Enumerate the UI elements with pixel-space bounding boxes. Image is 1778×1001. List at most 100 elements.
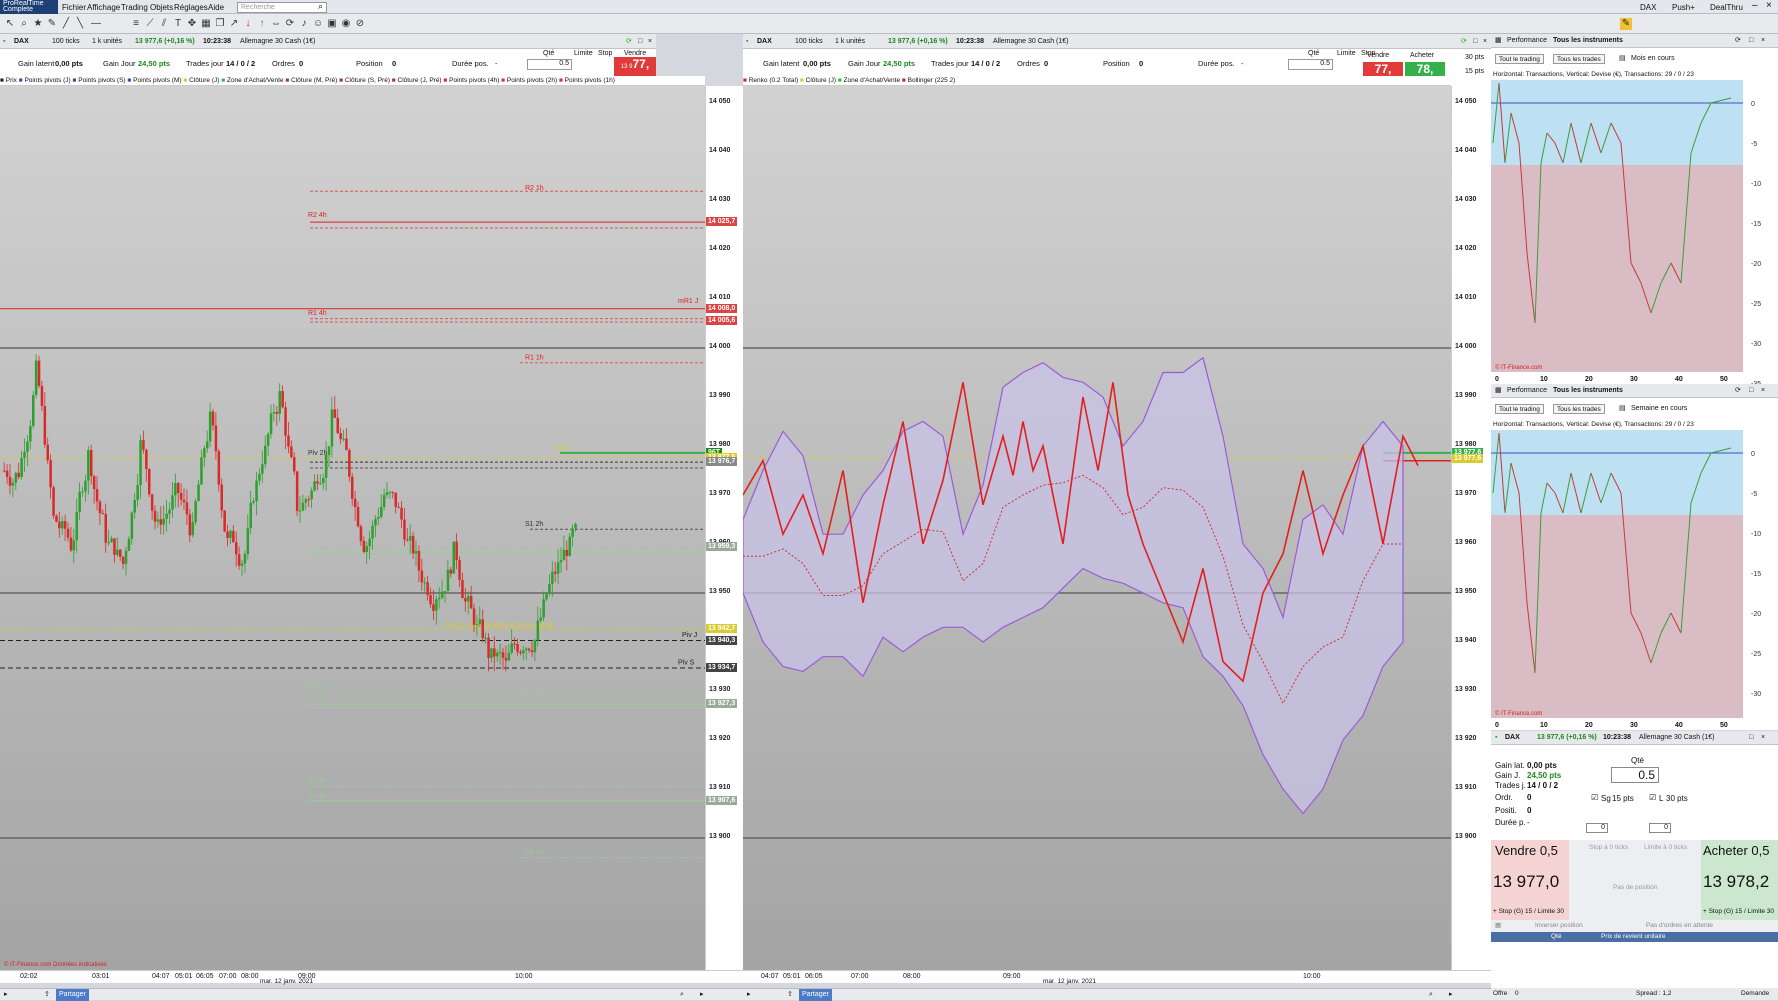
copy-icon[interactable]: ❐: [214, 18, 226, 30]
push-label[interactable]: Push+: [1672, 3, 1695, 12]
ticket-limit-ticks[interactable]: Limite à 0 ticks: [1644, 844, 1687, 851]
left-bottom-cursor-icon[interactable]: ▸: [4, 989, 8, 1001]
mid-sync-icon[interactable]: ⟳: [1461, 34, 1467, 49]
legend-item[interactable]: Renko (0.2 Total): [749, 77, 800, 84]
perf1-sync-icon[interactable]: ⟳: [1735, 34, 1741, 48]
search-input[interactable]: Recherche: [237, 2, 327, 13]
menu-objets[interactable]: Objets: [150, 3, 173, 12]
ticket-l-val[interactable]: 30 pts: [1666, 794, 1688, 803]
ticket-stop-input[interactable]: 0: [1586, 823, 1608, 833]
legend-item[interactable]: Points pivots (S): [78, 77, 127, 84]
topright-instrument[interactable]: DAX: [1640, 3, 1656, 12]
perf1-close-icon[interactable]: ×: [1761, 34, 1765, 48]
left-share-icon[interactable]: ⇪: [44, 989, 50, 1001]
perf1-filter1[interactable]: Tout le trading: [1495, 54, 1544, 64]
line-icon[interactable]: ╲: [74, 18, 86, 30]
sell-button[interactable]: Vendre 13 977,: [614, 50, 656, 76]
mid-qte-input[interactable]: 0.5: [1288, 59, 1333, 70]
mid-units[interactable]: 1 k unités: [835, 34, 865, 49]
pin-icon[interactable]: ▪: [3, 34, 5, 49]
menu-affichage[interactable]: Affichage: [87, 3, 120, 12]
ticket-l-check[interactable]: ☑: [1649, 793, 1656, 802]
ticket-pin-icon[interactable]: ▪: [1495, 731, 1497, 745]
qte-input[interactable]: 0.5: [527, 59, 572, 70]
channel-icon[interactable]: ⫽: [158, 18, 170, 30]
menu-trading[interactable]: Trading: [121, 3, 148, 12]
perf1-chart-wrap[interactable]: 0-5-10-15-20-25-30-3501020304050© IT-Fin…: [1491, 80, 1778, 384]
emoji-icon[interactable]: ☺: [312, 18, 324, 30]
mid-share-icon[interactable]: ⇪: [787, 989, 793, 1001]
legend-item[interactable]: Bollinger (225 2): [908, 77, 956, 84]
arrow-green-icon[interactable]: ↑: [256, 18, 268, 30]
minimize-icon[interactable]: –: [1752, 0, 1758, 11]
ruler-icon[interactable]: ⇔: [270, 18, 282, 30]
arrow-down-icon[interactable]: ↓: [242, 18, 254, 30]
ticket-limit-input[interactable]: 0: [1649, 823, 1671, 833]
mid-scroll-right-icon[interactable]: ▸: [1449, 989, 1453, 1001]
ticket-col-prix[interactable]: Prix de revient unitaire: [1601, 933, 1666, 940]
legend-item[interactable]: Points pivots (4h): [449, 77, 501, 84]
stop-label[interactable]: Stop: [598, 50, 612, 57]
ticket-inverser[interactable]: Inverser position: [1535, 922, 1583, 929]
mid-xaxis[interactable]: 04:07 05:01 06:05 07:00 08:00 09:00 10:00 mar.…: [743, 970, 1491, 985]
legend-item[interactable]: Clôture (J, Pré): [398, 77, 444, 84]
cycle-icon[interactable]: ⟳: [284, 18, 296, 30]
trend-icon[interactable]: ⟋: [144, 18, 156, 30]
stop-icon[interactable]: ⊘: [354, 18, 366, 30]
perf2-filter1[interactable]: Tout le trading: [1495, 404, 1544, 414]
perf1-scope[interactable]: Tous les instruments: [1553, 34, 1623, 48]
left-units[interactable]: 1 k unités: [92, 34, 122, 49]
close-window-icon[interactable]: ×: [648, 34, 652, 49]
left-zoom-icon[interactable]: ⌕: [680, 989, 684, 1001]
perf1-period[interactable]: Mois en cours: [1631, 55, 1675, 62]
perf2-filter2[interactable]: Tous les trades: [1553, 404, 1605, 414]
left-chart-area[interactable]: R2 1h R2 4h mR1 J R1 4h R1 1h Piv 2h S1 2h Clo …: [0, 86, 705, 970]
mid-pts15[interactable]: 15 pts: [1465, 68, 1484, 75]
pen-icon[interactable]: ✎: [46, 18, 58, 30]
menu-reglages[interactable]: Réglages: [174, 3, 208, 12]
left-scroll-right-icon[interactable]: ▸: [700, 989, 704, 1001]
legend-item[interactable]: Points pivots (M): [133, 77, 183, 84]
mid-period[interactable]: 100 ticks: [795, 34, 823, 49]
ticket-grid-icon[interactable]: ▦: [1495, 921, 1501, 929]
maximize-icon[interactable]: □: [638, 34, 642, 49]
legend-item[interactable]: Clôture (S, Pré): [345, 77, 392, 84]
perf2-max-icon[interactable]: □: [1749, 384, 1753, 398]
ticket-close-icon[interactable]: ×: [1761, 731, 1765, 745]
sync-icon[interactable]: ⟳: [626, 34, 632, 49]
grid-icon[interactable]: ▦: [200, 18, 212, 30]
perf2-chart-wrap[interactable]: 0-5-10-15-20-25-30-3501020304050© IT-Fin…: [1491, 430, 1778, 730]
ticket-sg-check[interactable]: ☑: [1591, 793, 1598, 802]
mid-zoom-icon[interactable]: ⌕: [1429, 989, 1433, 1001]
zoom-icon[interactable]: ⌕: [18, 18, 30, 30]
hline-icon[interactable]: —: [90, 18, 102, 30]
limite-label[interactable]: Limite: [574, 50, 593, 57]
perf2-period[interactable]: Semaine en cours: [1631, 405, 1687, 412]
legend-item[interactable]: Points pivots (1h): [565, 77, 615, 84]
mid-chart-area[interactable]: [743, 86, 1451, 970]
menu-fichier[interactable]: Fichier: [62, 3, 86, 12]
mid-instrument[interactable]: DAX: [757, 34, 772, 49]
cursor-icon[interactable]: ↖: [4, 18, 16, 30]
mid-close-icon[interactable]: ×: [1483, 34, 1487, 49]
ticket-instrument[interactable]: DAX: [1505, 731, 1520, 745]
legend-item[interactable]: Prix: [6, 77, 19, 84]
fib-icon[interactable]: ≡: [130, 18, 142, 30]
ticket-col-qte[interactable]: Qté: [1551, 933, 1561, 940]
perf1-chart[interactable]: 0-5-10-15-20-25-30-3501020304050© IT-Fin…: [1491, 80, 1778, 384]
legend-item[interactable]: Zone d'Achat/Vente: [844, 77, 902, 84]
close-icon[interactable]: ×: [1766, 0, 1772, 11]
perf1-max-icon[interactable]: □: [1749, 34, 1753, 48]
arrow-up-icon[interactable]: ↗: [228, 18, 240, 30]
move-icon[interactable]: ✥: [186, 18, 198, 30]
mid-pts30[interactable]: 30 pts: [1465, 54, 1484, 61]
text-icon[interactable]: T: [172, 18, 184, 30]
search-icon[interactable]: ⌕: [318, 1, 323, 12]
left-period[interactable]: 100 ticks: [52, 34, 80, 49]
left-partager-button[interactable]: Partager: [56, 989, 89, 1001]
box-icon[interactable]: ▣: [326, 18, 338, 30]
mid-maximize-icon[interactable]: □: [1473, 34, 1477, 49]
legend-item[interactable]: Zone d'Achat/Vente: [227, 77, 285, 84]
mid-partager-button[interactable]: Partager: [799, 989, 832, 1001]
perf1-filter2[interactable]: Tous les trades: [1553, 54, 1605, 64]
